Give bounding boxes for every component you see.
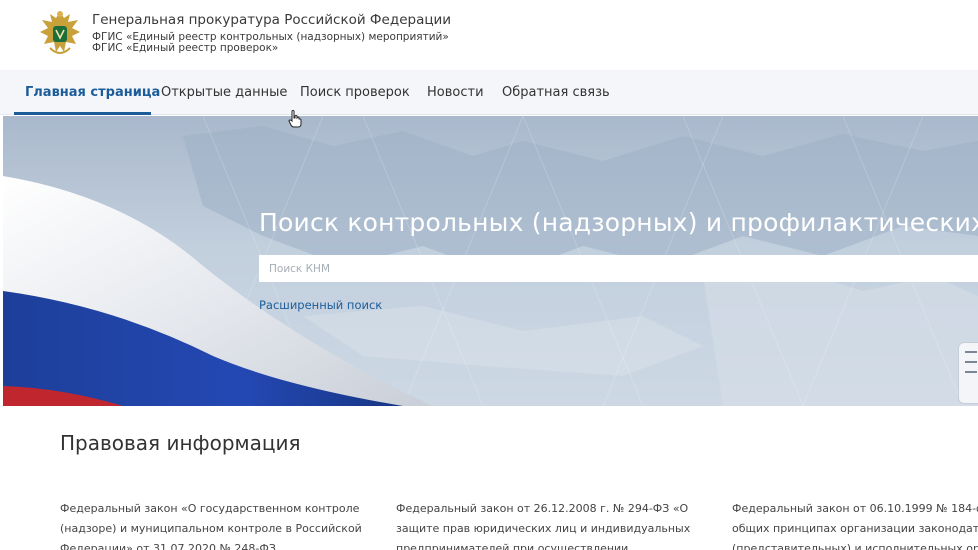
side-panel-toggle[interactable] — [958, 342, 978, 404]
emblem-icon[interactable] — [36, 8, 84, 60]
nav-item-open-data[interactable]: Открытые данные — [161, 85, 287, 100]
registry-subtitle-inspections: ФГИС «Единый реестр проверок» — [92, 42, 279, 54]
nav-item-news[interactable]: Новости — [427, 85, 484, 100]
hero-title: Поиск контрольных (надзорных) и профилак… — [259, 208, 978, 237]
search-input[interactable] — [259, 255, 978, 282]
legal-item-line: Федерации» от 31.07.2020 № 248-ФЗ — [60, 542, 276, 550]
nav-active-indicator — [14, 112, 151, 115]
nav-item-search-inspections[interactable]: Поиск проверок — [300, 85, 410, 100]
nav-item-home[interactable]: Главная страница — [25, 85, 160, 100]
legal-item-line: Федеральный закон от 26.12.2008 г. № 294… — [396, 502, 689, 515]
legal-item-248fz[interactable]: Федеральный закон «О государственном кон… — [60, 499, 380, 550]
nav-item-feedback[interactable]: Обратная связь — [502, 85, 610, 100]
legal-item-line: общих принципах организации законодат — [732, 522, 978, 535]
legal-item-line: предпринимателей при осуществлении — [396, 542, 629, 550]
site-header: Генеральная прокуратура Российской Федер… — [0, 0, 978, 70]
legal-item-line: (надзоре) и муниципальном контроле в Рос… — [60, 522, 362, 535]
legal-item-line: Федеральный закон от 06.10.1999 № 184-ф — [732, 502, 978, 515]
legal-item-184fz[interactable]: Федеральный закон от 06.10.1999 № 184-ф … — [732, 499, 978, 550]
legal-item-294fz[interactable]: Федеральный закон от 26.12.2008 г. № 294… — [396, 499, 716, 550]
hero-banner: Поиск контрольных (надзорных) и профилак… — [3, 116, 978, 406]
org-title: Генеральная прокуратура Российской Федер… — [92, 12, 452, 28]
legal-item-line: (представительных) и исполнительных орг — [732, 542, 978, 550]
hand-cursor-icon — [288, 110, 302, 132]
advanced-search-link[interactable]: Расширенный поиск — [259, 298, 382, 312]
legal-info-heading: Правовая информация — [60, 431, 301, 455]
legal-item-line: Федеральный закон «О государственном кон… — [60, 502, 360, 515]
main-nav: Главная страница Открытые данные Поиск п… — [0, 70, 978, 115]
legal-item-line: защите прав юридических лиц и индивидуал… — [396, 522, 691, 535]
